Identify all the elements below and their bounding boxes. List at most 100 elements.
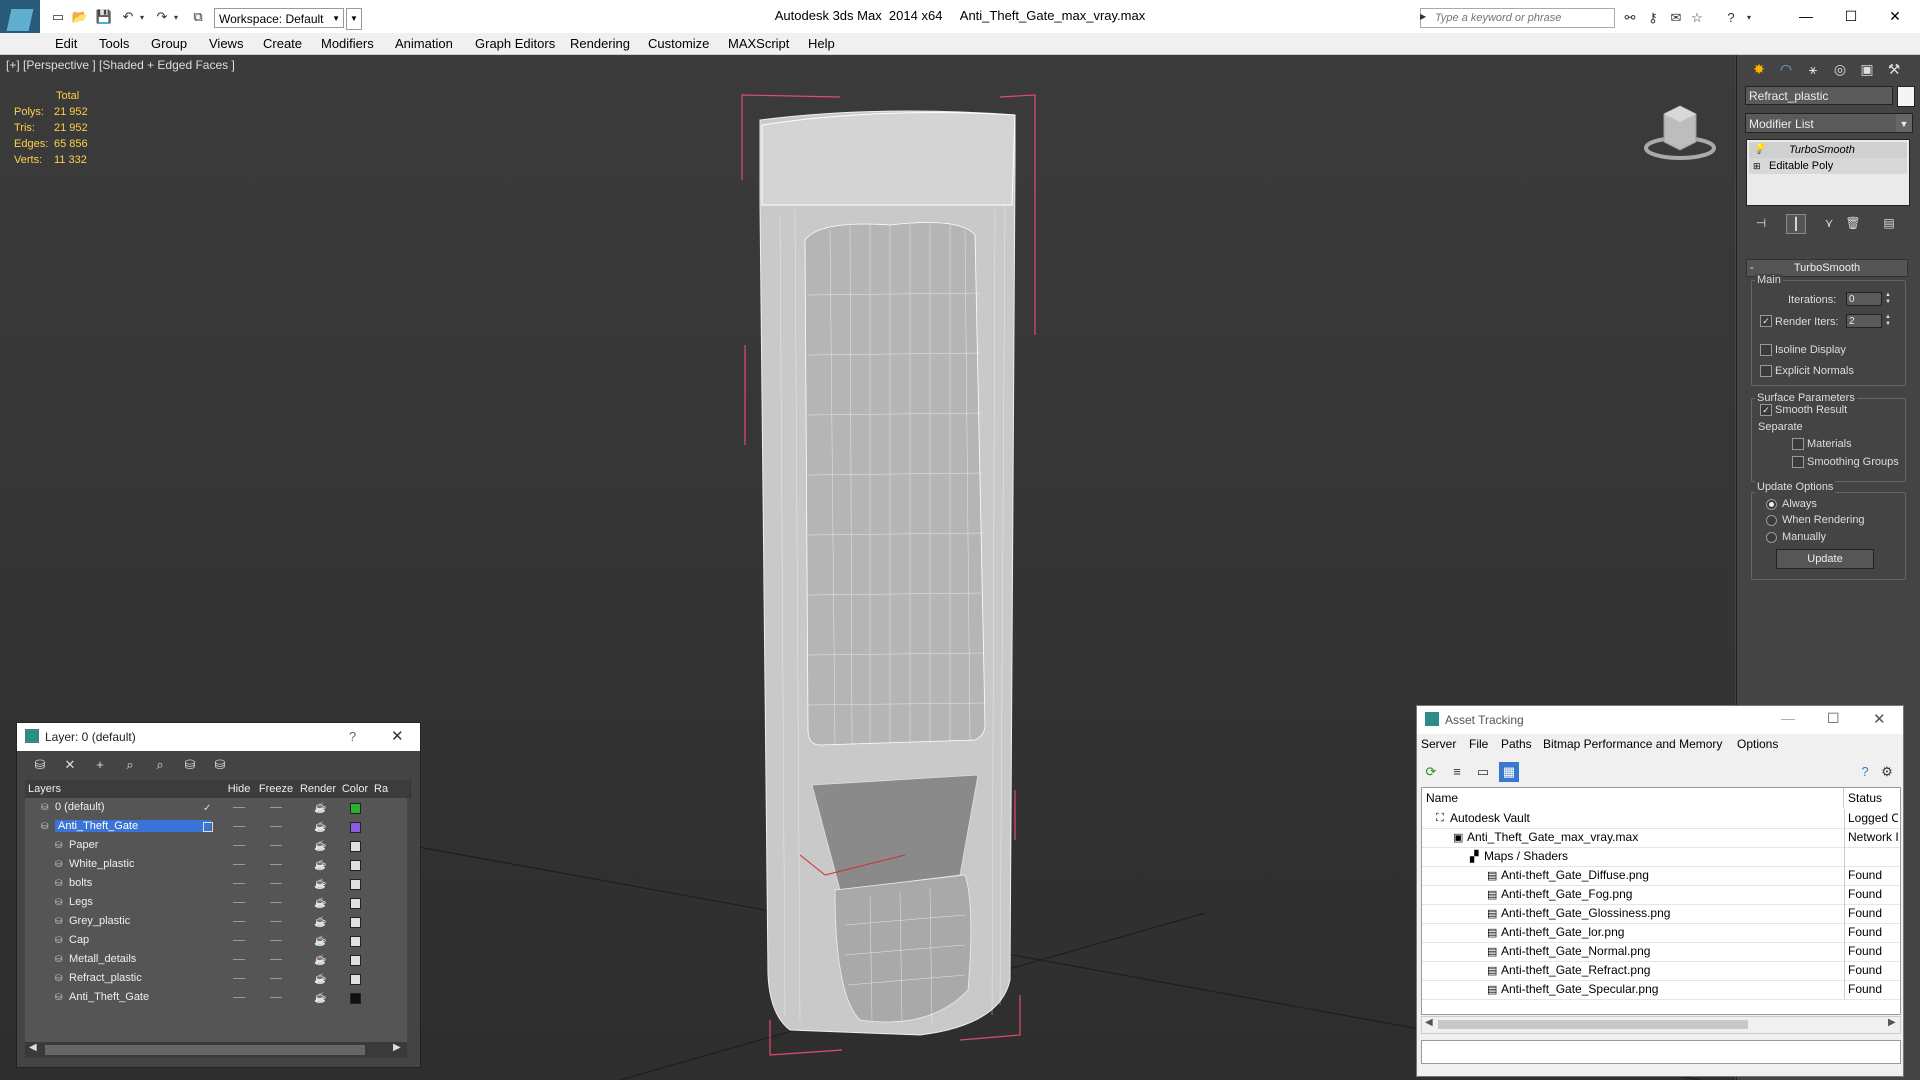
menu-animation[interactable]: Animation bbox=[395, 35, 453, 52]
layer-name[interactable]: Metall_details bbox=[69, 953, 136, 965]
menu-customize[interactable]: Customize bbox=[648, 35, 709, 52]
hide-toggle[interactable] bbox=[233, 807, 245, 808]
close-icon[interactable]: ✕ bbox=[1873, 710, 1886, 728]
column-freeze[interactable]: Freeze bbox=[255, 780, 298, 798]
layer-color-swatch[interactable] bbox=[350, 841, 361, 852]
create-layer-icon[interactable]: ⛁ bbox=[29, 755, 51, 775]
save-file-icon[interactable]: 💾 bbox=[96, 9, 112, 25]
when-rendering-radio[interactable] bbox=[1766, 515, 1777, 526]
render-teapot-icon[interactable]: ☕ bbox=[314, 803, 326, 814]
layer-row[interactable]: ⛁ Anti_Theft_Gate ☕ bbox=[25, 818, 407, 837]
layer-row[interactable]: ⛁ Anti_Theft_Gate ☕ bbox=[25, 989, 407, 1008]
hide-toggle[interactable] bbox=[233, 902, 245, 903]
freeze-toggle[interactable] bbox=[270, 921, 282, 922]
make-unique-icon[interactable]: ⋎ bbox=[1820, 214, 1838, 232]
menu-graph-editors[interactable]: Graph Editors bbox=[475, 35, 555, 52]
freeze-toggle[interactable] bbox=[270, 940, 282, 941]
isoline-display-checkbox[interactable] bbox=[1760, 344, 1772, 356]
hide-toggle[interactable] bbox=[233, 864, 245, 865]
freeze-toggle[interactable] bbox=[270, 807, 282, 808]
quick-access-menu-icon[interactable]: ▼ bbox=[346, 8, 362, 30]
hierarchy-tab-icon[interactable]: ⚹ bbox=[1801, 58, 1825, 80]
render-teapot-icon[interactable]: ☕ bbox=[314, 993, 326, 1004]
layer-row[interactable]: ⛁ Grey_plastic ☕ bbox=[25, 913, 407, 932]
render-teapot-icon[interactable]: ☕ bbox=[314, 879, 326, 890]
layer-color-swatch[interactable] bbox=[350, 936, 361, 947]
render-teapot-icon[interactable]: ☕ bbox=[314, 936, 326, 947]
asset-row[interactable]: ▤ Anti-theft_Gate_Specular.png Found bbox=[1422, 980, 1900, 1000]
asset-row[interactable]: ▤ Anti-theft_Gate_Normal.png Found bbox=[1422, 942, 1900, 962]
star-icon[interactable]: ☆ bbox=[1689, 10, 1705, 26]
lightbulb-icon[interactable]: 💡 bbox=[1753, 142, 1765, 158]
layer-name[interactable]: Refract_plastic bbox=[69, 972, 142, 984]
asset-menu-paths[interactable]: Paths bbox=[1501, 737, 1532, 751]
stack-item-turbosmooth[interactable]: 💡 TurboSmooth bbox=[1749, 142, 1907, 158]
hide-toggle[interactable] bbox=[233, 959, 245, 960]
column-name[interactable]: Name bbox=[1422, 788, 1844, 808]
scroll-right-icon[interactable]: ▶ bbox=[1888, 1017, 1896, 1028]
add-to-layer-icon[interactable]: + bbox=[89, 755, 111, 775]
redo-dropdown-icon[interactable]: ▾ bbox=[168, 9, 184, 25]
layer-name[interactable]: Legs bbox=[69, 896, 93, 908]
layer-row[interactable]: ⛁ Metall_details ☕ bbox=[25, 951, 407, 970]
render-teapot-icon[interactable]: ☕ bbox=[314, 822, 326, 833]
layer-color-swatch[interactable] bbox=[350, 879, 361, 890]
asset-menu-server[interactable]: Server bbox=[1421, 737, 1456, 751]
binoculars-icon[interactable]: ⚯ bbox=[1622, 10, 1638, 26]
scrollbar-thumb[interactable] bbox=[45, 1045, 365, 1055]
menu-rendering[interactable]: Rendering bbox=[570, 35, 630, 52]
help-icon[interactable]: ? bbox=[1855, 762, 1875, 782]
maximize-icon[interactable]: ☐ bbox=[1831, 4, 1871, 28]
freeze-all-layers-icon[interactable]: ⛁ bbox=[209, 755, 231, 775]
layer-name[interactable]: Anti_Theft_Gate bbox=[55, 820, 211, 832]
motion-tab-icon[interactable]: ◎ bbox=[1828, 58, 1852, 80]
layer-color-swatch[interactable] bbox=[350, 898, 361, 909]
column-render[interactable]: Render bbox=[297, 780, 340, 798]
asset-row[interactable]: ▤ Anti-theft_Gate_Diffuse.png Found bbox=[1422, 866, 1900, 886]
object-name-field[interactable]: Refract_plastic bbox=[1745, 86, 1893, 105]
layer-name[interactable]: Grey_plastic bbox=[69, 915, 130, 927]
update-button[interactable]: Update bbox=[1776, 549, 1874, 569]
minimize-icon[interactable]: — bbox=[1786, 4, 1826, 28]
minimize-icon[interactable]: — bbox=[1781, 710, 1795, 726]
search-box[interactable] bbox=[1420, 8, 1615, 28]
layer-horizontal-scrollbar[interactable]: ◀ ▶ bbox=[25, 1042, 407, 1058]
render-teapot-icon[interactable]: ☕ bbox=[314, 841, 326, 852]
show-end-result-icon[interactable]: ┃ bbox=[1786, 214, 1806, 234]
asset-row[interactable]: ▤ Anti-theft_Gate_Refract.png Found bbox=[1422, 961, 1900, 981]
communication-icon[interactable]: ✉ bbox=[1668, 10, 1684, 26]
render-iters-checkbox[interactable]: ✓ bbox=[1760, 315, 1772, 327]
column-radiosity[interactable]: Ra bbox=[371, 780, 411, 798]
layer-name[interactable]: White_plastic bbox=[69, 858, 134, 870]
maximize-icon[interactable]: ☐ bbox=[1827, 710, 1840, 727]
smoothing-groups-checkbox[interactable] bbox=[1792, 456, 1804, 468]
column-layers[interactable]: Layers bbox=[25, 780, 197, 798]
open-file-icon[interactable]: 📂 bbox=[72, 9, 88, 25]
iterations-spinner-arrows-icon[interactable]: ▲ ▼ bbox=[1884, 292, 1892, 306]
freeze-toggle[interactable] bbox=[270, 959, 282, 960]
menu-maxscript[interactable]: MAXScript bbox=[728, 35, 789, 52]
utilities-tab-icon[interactable]: ⚒ bbox=[1882, 58, 1906, 80]
layer-color-swatch[interactable] bbox=[350, 822, 361, 833]
project-folder-icon[interactable]: ⧉ bbox=[190, 9, 206, 25]
render-teapot-icon[interactable]: ☕ bbox=[314, 917, 326, 928]
viewport-label[interactable]: [+] [Perspective ] [Shaded + Edged Faces… bbox=[6, 58, 235, 72]
modify-tab-icon[interactable]: ◠ bbox=[1774, 58, 1798, 80]
render-iters-spinner-arrows-icon[interactable]: ▲ ▼ bbox=[1884, 314, 1892, 328]
scrollbar-thumb[interactable] bbox=[1438, 1020, 1748, 1029]
remove-modifier-icon[interactable]: 🗑 bbox=[1844, 214, 1862, 232]
close-icon[interactable]: ✕ bbox=[391, 727, 404, 745]
hide-all-layers-icon[interactable]: ⛁ bbox=[179, 755, 201, 775]
hide-toggle[interactable] bbox=[233, 845, 245, 846]
layer-color-swatch[interactable] bbox=[350, 917, 361, 928]
refresh-icon[interactable]: ⟳ bbox=[1421, 762, 1441, 782]
asset-row[interactable]: ▤ Anti-theft_Gate_Fog.png Found bbox=[1422, 885, 1900, 905]
render-teapot-icon[interactable]: ☕ bbox=[314, 955, 326, 966]
layer-name[interactable]: bolts bbox=[69, 877, 92, 889]
create-tab-icon[interactable]: ✸ bbox=[1747, 58, 1771, 80]
expand-icon[interactable]: ⊞ bbox=[1753, 158, 1761, 174]
scroll-right-icon[interactable]: ▶ bbox=[393, 1042, 401, 1053]
help-icon[interactable]: ? bbox=[1723, 10, 1739, 26]
hide-toggle[interactable] bbox=[233, 921, 245, 922]
configure-modifier-sets-icon[interactable]: ▤ bbox=[1880, 214, 1898, 232]
